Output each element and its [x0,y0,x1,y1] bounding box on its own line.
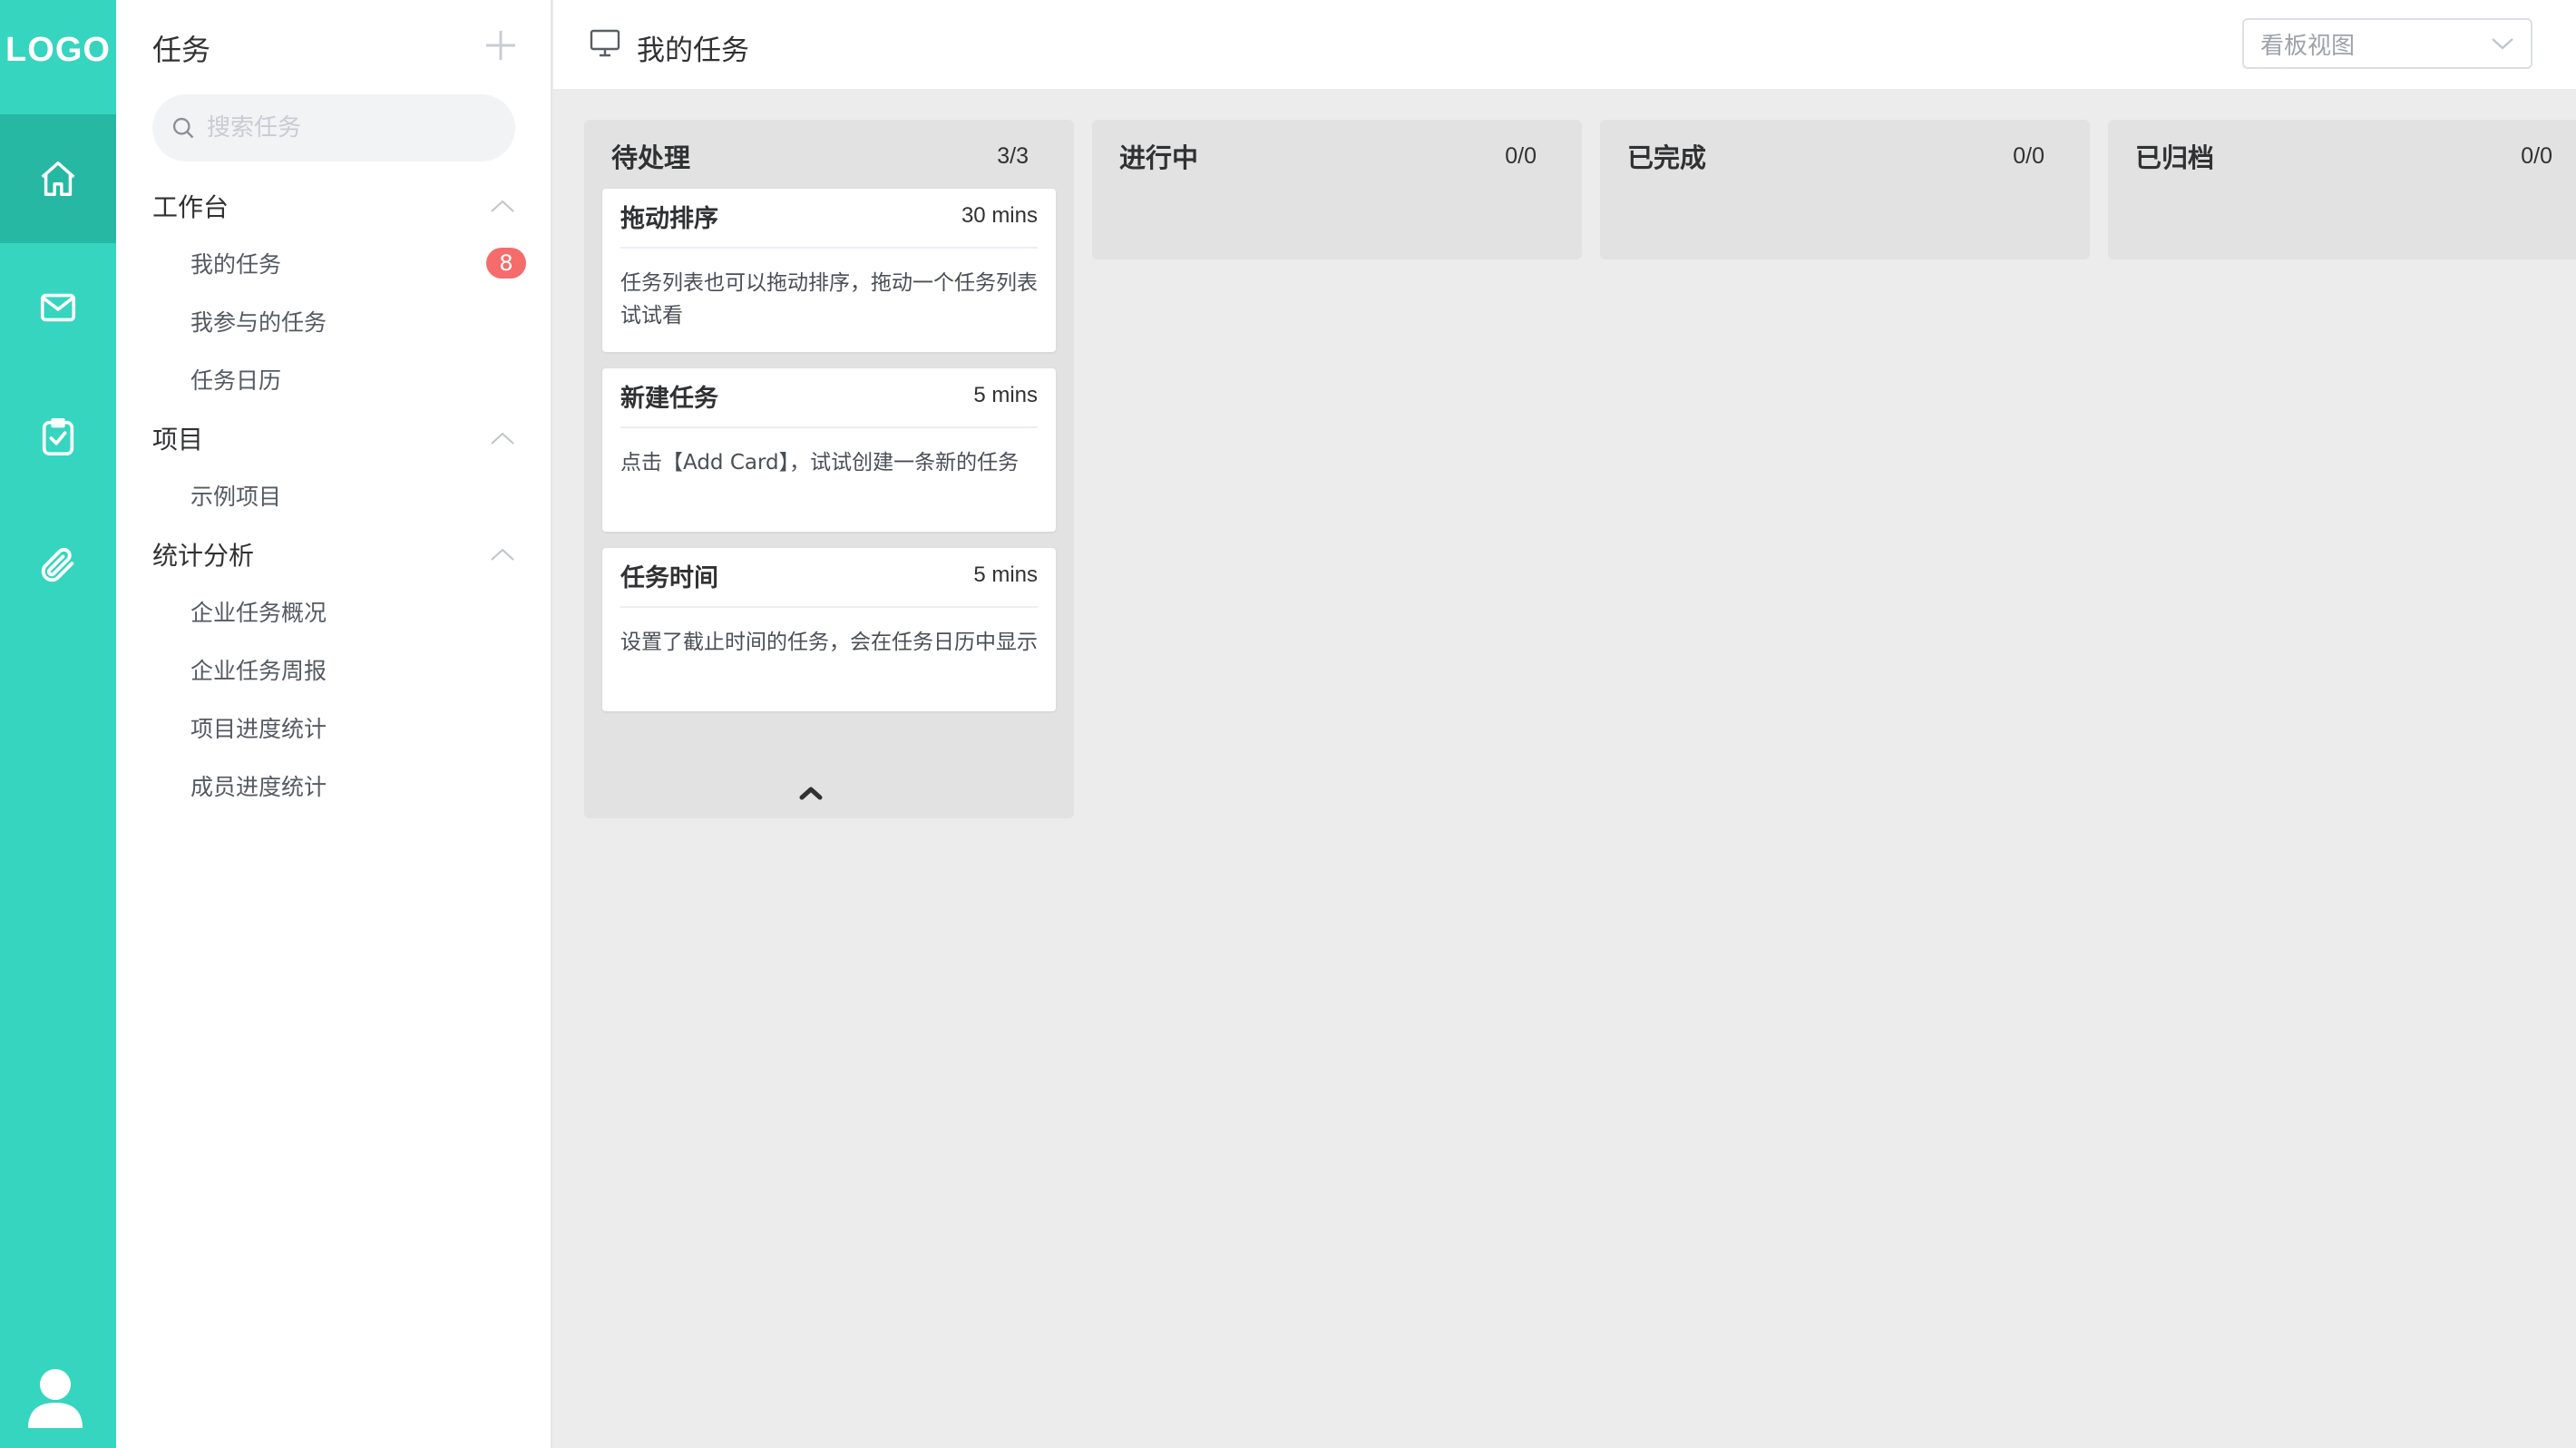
column-count: 3/3 [997,142,1029,169]
chevron-up-icon [491,432,514,445]
card-time: 5 mins [973,563,1038,587]
column-count: 0/0 [2013,142,2044,169]
group-workbench[interactable]: 工作台 [152,182,515,230]
sidebar-item-label: 任务日历 [190,367,282,394]
column-name: 已完成 [1627,142,1707,173]
card-time: 30 mins [961,203,1038,228]
card-description: 任务列表也可以拖动排序，拖动一个任务列表试试看 [620,271,1038,328]
rail-item-mail[interactable] [0,243,116,372]
column-header: 待处理 3/3 [611,138,1029,174]
rail-item-attachments[interactable] [0,501,116,630]
column-todo[interactable]: 待处理 3/3 拖动排序 30 mins 任务列表也可以拖动排序，拖动一个任务列… [584,120,1074,818]
column-name: 已归档 [2135,142,2215,173]
chevron-up-icon [491,200,514,212]
card-description: 设置了截止时间的任务，会在任务日历中显示 [620,631,1038,654]
card-header: 新建任务 5 mins [620,374,1038,428]
icon-rail: LOGO [0,0,116,1448]
column-done[interactable]: 已完成 0/0 [1600,120,2090,259]
task-card[interactable]: 任务时间 5 mins 设置了截止时间的任务，会在任务日历中显示 [602,548,1056,711]
mail-icon [40,293,76,322]
card-title: 拖动排序 [620,204,718,233]
add-icon[interactable] [483,27,519,64]
sidebar-item-enterprise-weekly[interactable]: 企业任务周报 [190,646,526,693]
column-name: 进行中 [1119,142,1199,173]
monitor-icon [590,29,620,57]
sidebar-item-sample-project[interactable]: 示例项目 [190,472,526,519]
sidebar-item-label: 我的任务 [190,251,282,278]
sidebar-item-label: 企业任务周报 [190,658,327,684]
column-archived[interactable]: 已归档 0/0 [2108,120,2576,259]
search-box[interactable] [152,94,515,161]
logo: LOGO [5,31,111,69]
column-name: 待处理 [611,142,691,173]
task-card[interactable]: 拖动排序 30 mins 任务列表也可以拖动排序，拖动一个任务列表试试看 [602,189,1056,352]
sidebar-item-enterprise-overview[interactable]: 企业任务概况 [190,588,526,635]
card-title: 新建任务 [620,384,718,413]
column-count: 0/0 [1505,142,1537,169]
top-header: 我的任务 看板视图 [553,0,2576,89]
search-input[interactable] [207,114,515,142]
sidebar-item-participated-tasks[interactable]: 我参与的任务 [190,298,526,345]
column-header: 进行中 0/0 [1119,138,1537,174]
search-icon [172,117,194,139]
card-description: 点击【Add Card】，试试创建一条新的任务 [620,451,1020,475]
card-header: 任务时间 5 mins [620,553,1038,608]
sidebar-title: 任务 [152,33,211,67]
count-badge: 8 [486,248,526,279]
group-label: 项目 [152,425,204,455]
collapse-chevron-icon[interactable] [793,782,829,804]
column-header: 已完成 0/0 [1627,138,2044,174]
group-label: 统计分析 [152,541,255,571]
card-header: 拖动排序 30 mins [620,194,1038,249]
chevron-down-icon [2492,38,2513,50]
group-statistics[interactable]: 统计分析 [152,531,515,578]
sidebar-item-my-tasks[interactable]: 我的任务 8 [190,240,526,287]
group-projects[interactable]: 项目 [152,415,515,462]
page-title: 我的任务 [637,34,749,67]
card-time: 5 mins [973,383,1038,407]
column-header: 已归档 0/0 [2135,138,2552,174]
sidebar-item-task-calendar[interactable]: 任务日历 [190,356,526,403]
home-icon [41,161,75,196]
sidebar-item-member-progress[interactable]: 成员进度统计 [190,762,526,809]
task-card[interactable]: 新建任务 5 mins 点击【Add Card】，试试创建一条新的任务 [602,368,1056,532]
rail-item-home[interactable] [0,114,116,243]
sidebar-item-project-progress[interactable]: 项目进度统计 [190,704,526,751]
view-select[interactable]: 看板视图 [2242,18,2532,69]
rail-item-tasks[interactable] [0,372,116,501]
group-label: 工作台 [152,192,229,222]
sidebar-item-label: 项目进度统计 [190,716,327,742]
clipboard-check-icon [42,417,74,455]
sidebar-item-label: 成员进度统计 [190,774,327,800]
chevron-up-icon [491,548,514,561]
column-in-progress[interactable]: 进行中 0/0 [1092,120,1582,259]
view-select-value: 看板视图 [2260,32,2356,60]
task-sidebar: 任务 工作台 我的任务 8 我参与的任务 任务日历 项目 [116,0,552,1448]
card-title: 任务时间 [620,563,718,592]
column-count: 0/0 [2521,142,2552,169]
paperclip-icon [41,547,74,582]
sidebar-item-label: 示例项目 [190,484,282,510]
sidebar-item-label: 企业任务概况 [190,600,327,626]
sidebar-item-label: 我参与的任务 [190,309,327,336]
user-avatar-icon[interactable] [25,1366,85,1428]
